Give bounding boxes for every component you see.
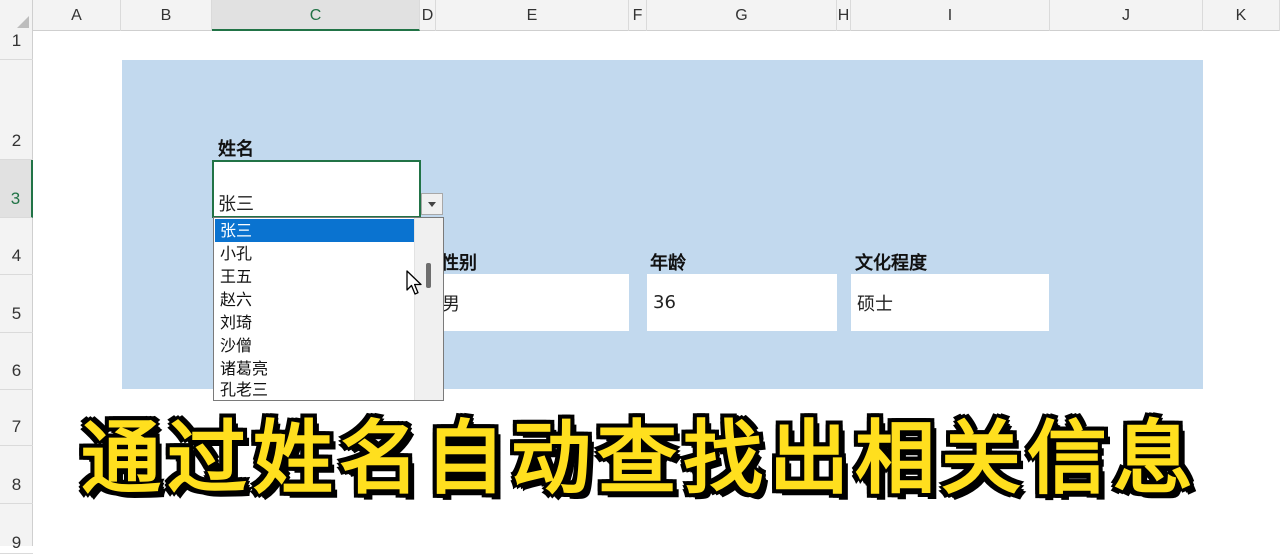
row-header-5[interactable]: 5	[0, 275, 33, 333]
row-header-3[interactable]: 3	[0, 160, 33, 218]
age-value-cell[interactable]: 36	[647, 274, 837, 331]
column-header-bar: A B C D E F G H I J K	[0, 0, 1280, 31]
name-input-cell[interactable]: 张三	[212, 160, 421, 218]
education-label: 文化程度	[855, 253, 927, 274]
row-header-1[interactable]: 1	[0, 31, 33, 60]
row-header-6[interactable]: 6	[0, 333, 33, 390]
mouse-cursor-icon	[406, 270, 422, 295]
age-label: 年龄	[650, 253, 686, 274]
column-header-h[interactable]: H	[837, 0, 851, 31]
gender-label: 性别	[441, 253, 477, 274]
select-all-corner[interactable]	[0, 0, 33, 31]
row-header-4[interactable]: 4	[0, 218, 33, 275]
column-header-b[interactable]: B	[121, 0, 212, 31]
column-header-d[interactable]: D	[420, 0, 436, 31]
dropdown-option[interactable]: 刘琦	[215, 311, 414, 334]
chevron-down-icon	[428, 201, 436, 207]
gender-value-cell[interactable]: 男	[436, 274, 629, 331]
dropdown-option[interactable]: 小孔	[215, 242, 414, 265]
dropdown-option[interactable]: 赵六	[215, 288, 414, 311]
dropdown-list[interactable]: 张三 小孔 王五 赵六 刘琦 沙僧 诸葛亮 孔老三	[213, 217, 444, 401]
dropdown-option[interactable]: 沙僧	[215, 334, 414, 357]
name-label: 姓名	[218, 139, 254, 160]
column-header-j[interactable]: J	[1050, 0, 1203, 31]
education-value-cell[interactable]: 硕士	[851, 274, 1049, 331]
row-header-2[interactable]: 2	[0, 60, 33, 160]
dropdown-scrollbar[interactable]	[414, 218, 443, 400]
dropdown-option[interactable]: 诸葛亮	[215, 357, 414, 380]
dropdown-button[interactable]	[421, 193, 443, 215]
select-all-triangle-icon	[17, 16, 29, 28]
column-header-f[interactable]: F	[629, 0, 647, 31]
column-header-a[interactable]: A	[33, 0, 121, 31]
column-header-c[interactable]: C	[212, 0, 420, 31]
dropdown-option-selected[interactable]: 张三	[215, 219, 414, 242]
column-header-e[interactable]: E	[436, 0, 629, 31]
column-header-g[interactable]: G	[647, 0, 837, 31]
dropdown-option[interactable]: 王五	[215, 265, 414, 288]
scrollbar-thumb[interactable]	[426, 263, 431, 288]
column-header-k[interactable]: K	[1203, 0, 1280, 31]
column-header-i[interactable]: I	[851, 0, 1050, 31]
row-header-9[interactable]: 9	[0, 504, 33, 554]
video-caption: 通过姓名自动查找出相关信息	[81, 412, 1199, 505]
